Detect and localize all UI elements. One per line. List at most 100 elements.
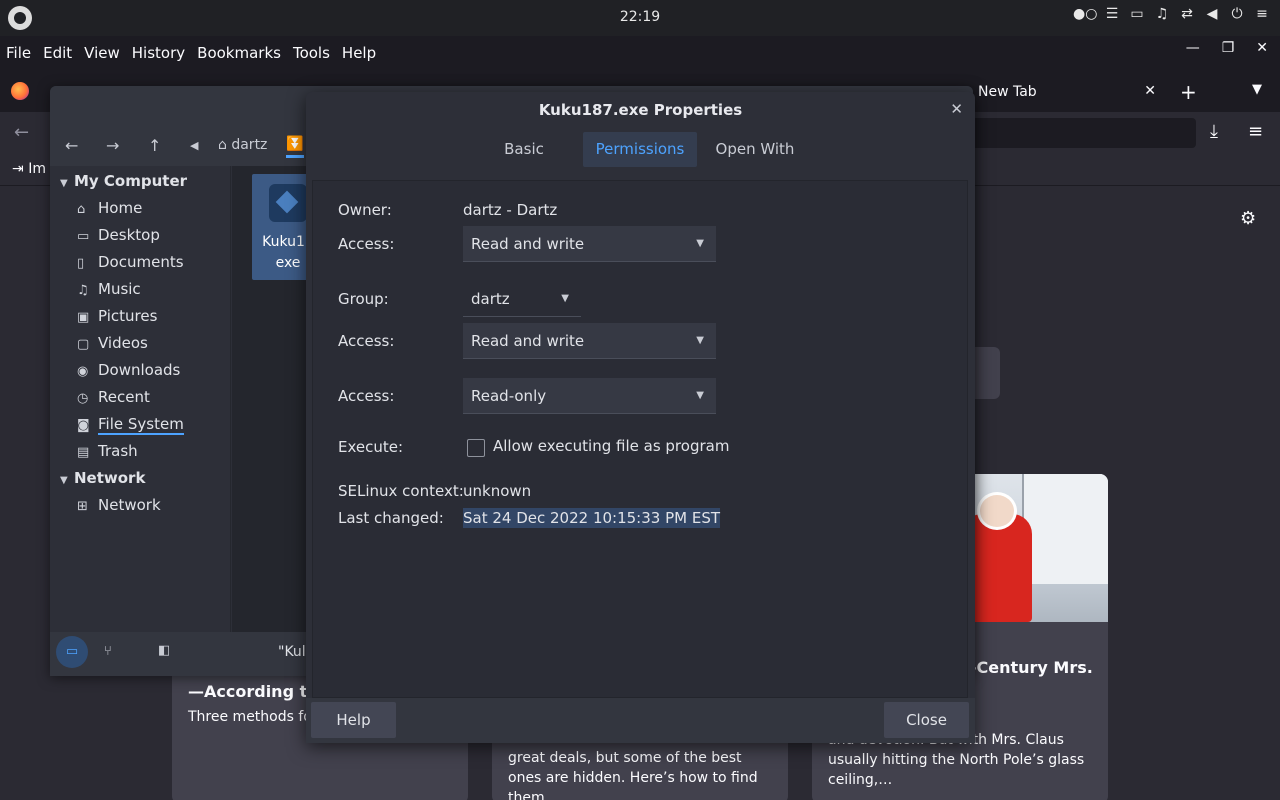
breadcrumb-home[interactable]: ⌂ dartz <box>218 137 267 153</box>
toggle-sidebar-icon[interactable]: ◧ <box>158 643 170 658</box>
places-view-icon[interactable]: ▭ <box>56 636 88 668</box>
menu-history[interactable]: History <box>126 44 191 62</box>
import-bookmarks-button[interactable]: ⇥ Im <box>12 161 46 177</box>
bell-icon[interactable]: ♫ <box>1154 6 1170 22</box>
menu-icon[interactable]: ≡ <box>1254 6 1270 22</box>
sidebar-item-label: Videos <box>98 334 148 352</box>
tab-open-with[interactable]: Open With <box>711 132 799 167</box>
sidebar-section-network[interactable]: ▼ Network <box>60 469 145 487</box>
maximize-icon[interactable]: ❐ <box>1222 40 1235 56</box>
group-access-dropdown[interactable]: Read and write ▼ <box>463 323 716 359</box>
status-text: "Kul <box>278 644 306 660</box>
network-icon[interactable]: ⇄ <box>1179 6 1195 22</box>
dropdown-caret-icon: ▼ <box>696 390 704 401</box>
minimize-icon[interactable]: — <box>1186 40 1200 56</box>
sidebar-item-documents[interactable]: ▯ Documents <box>77 253 184 271</box>
back-icon[interactable]: ← <box>65 136 78 155</box>
file-name-line-2: exe <box>275 255 301 271</box>
sidebar-item-home[interactable]: ⌂ Home <box>77 199 142 217</box>
group-label: Group: <box>338 290 389 308</box>
back-arrow-icon[interactable]: ← <box>14 122 29 143</box>
tab-new-tab[interactable]: New Tab ✕ <box>948 74 1166 110</box>
power-icon[interactable]: ⏻ <box>1229 6 1245 22</box>
sidebar-item-network[interactable]: ⊞ Network <box>77 496 161 514</box>
dropdown-caret-icon: ▼ <box>696 335 704 346</box>
execute-checkbox[interactable] <box>467 439 485 457</box>
network-icon: ⊞ <box>77 499 88 514</box>
document-icon: ▯ <box>77 256 85 271</box>
volume-icon[interactable]: ◀ <box>1204 6 1220 22</box>
group-value: dartz <box>471 290 510 308</box>
hamburger-menu-icon[interactable]: ≡ <box>1248 121 1263 142</box>
dialog-title: Kuku187.exe Properties <box>538 101 743 119</box>
recent-icon: ◷ <box>77 391 89 406</box>
others-access-dropdown[interactable]: Read-only ▼ <box>463 378 716 414</box>
close-window-icon[interactable]: ✕ <box>1256 40 1268 56</box>
firefox-menubar: File Edit View History Bookmarks Tools H… <box>0 36 1280 70</box>
chevron-down-icon[interactable]: ▼ <box>1252 82 1262 97</box>
sidebar-heading: My Computer <box>74 172 188 190</box>
collapse-arrow-icon: ▼ <box>60 178 68 189</box>
download-icon[interactable]: ⤓ <box>1210 121 1218 142</box>
sidebar-item-videos[interactable]: ▢ Videos <box>77 334 148 352</box>
group-access-value: Read and write <box>471 332 585 350</box>
sidebar-item-trash[interactable]: ▤ Trash <box>77 442 138 460</box>
sidebar-item-file-system[interactable]: ◙ File System <box>77 415 184 435</box>
menu-bookmarks[interactable]: Bookmarks <box>191 44 287 62</box>
menu-view[interactable]: View <box>78 44 126 62</box>
breadcrumb-downloads-icon[interactable]: ⏬ <box>286 136 304 158</box>
list-icon[interactable]: ☰ <box>1104 6 1120 22</box>
search-box-edge[interactable] <box>975 347 1000 399</box>
music-icon: ♫ <box>77 283 89 298</box>
new-tab-icon[interactable]: + <box>1180 80 1197 104</box>
menu-tools[interactable]: Tools <box>287 44 336 62</box>
close-tab-icon[interactable]: ✕ <box>1144 83 1156 99</box>
sidebar-item-label: Home <box>98 199 143 217</box>
folder-icon[interactable]: ▭ <box>1129 6 1145 22</box>
window-controls: — ❐ ✕ <box>1186 40 1268 56</box>
menu-help[interactable]: Help <box>336 44 382 62</box>
others-access-label: Access: <box>338 387 395 405</box>
forward-icon[interactable]: → <box>106 136 119 155</box>
close-button[interactable]: Close <box>884 702 969 738</box>
sidebar-item-label: Music <box>98 280 141 298</box>
sidebar-item-downloads[interactable]: ◉ Downloads <box>77 361 180 379</box>
tab-basic[interactable]: Basic <box>486 132 562 167</box>
menu-edit[interactable]: Edit <box>37 44 78 62</box>
places-sidebar: ▼ My Computer ⌂ Home ▭ Desktop ▯ Documents ♫… <box>50 166 231 632</box>
selinux-value: unknown <box>463 482 532 500</box>
collapse-arrow-icon: ▼ <box>60 475 68 486</box>
url-bar[interactable] <box>970 118 1196 148</box>
workspace-dots-icon[interactable]: ●○ <box>1073 6 1097 22</box>
videos-icon: ▢ <box>77 337 90 352</box>
home-icon: ⌂ <box>77 202 86 217</box>
sidebar-item-music[interactable]: ♫ Music <box>77 280 141 298</box>
help-button[interactable]: Help <box>311 702 396 738</box>
sidebar-item-pictures[interactable]: ▣ Pictures <box>77 307 157 325</box>
executable-file-icon <box>269 184 307 222</box>
drive-icon: ◙ <box>77 418 90 433</box>
desktop-icon: ▭ <box>77 229 90 244</box>
story-excerpt: great deals, but some of the best ones a… <box>508 750 758 800</box>
menu-file[interactable]: File <box>0 44 37 62</box>
owner-access-dropdown[interactable]: Read and write ▼ <box>463 226 716 262</box>
sidebar-item-desktop[interactable]: ▭ Desktop <box>77 226 160 244</box>
sidebar-section-my-computer[interactable]: ▼ My Computer <box>60 172 187 190</box>
gear-icon[interactable]: ⚙ <box>1240 208 1256 229</box>
group-dropdown[interactable]: dartz ▼ <box>463 281 581 317</box>
selinux-label: SELinux context: <box>338 482 464 500</box>
tree-view-icon[interactable]: ⑂ <box>104 644 112 659</box>
path-left-icon[interactable]: ◀ <box>190 139 198 152</box>
import-label: Im <box>28 161 46 177</box>
sidebar-item-label: File System <box>98 415 184 435</box>
others-access-value: Read-only <box>471 387 547 405</box>
group-access-label: Access: <box>338 332 395 350</box>
dropdown-caret-icon: ▼ <box>561 293 569 304</box>
up-icon[interactable]: ↑ <box>148 136 161 155</box>
tab-permissions[interactable]: Permissions <box>583 132 697 167</box>
last-changed-value[interactable]: Sat 24 Dec 2022 10:15:33 PM EST <box>463 508 721 528</box>
close-icon[interactable]: ✕ <box>950 100 963 118</box>
execute-checkbox-label[interactable]: Allow executing file as program <box>493 437 729 455</box>
properties-dialog: Kuku187.exe Properties ✕ Basic Permissio… <box>306 92 975 743</box>
sidebar-item-recent[interactable]: ◷ Recent <box>77 388 150 406</box>
